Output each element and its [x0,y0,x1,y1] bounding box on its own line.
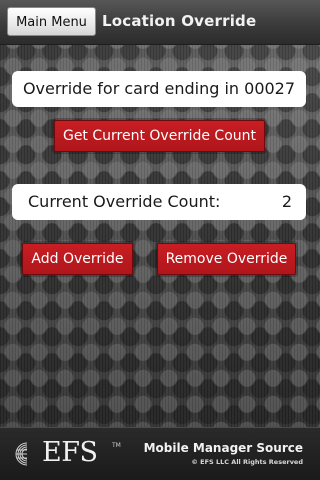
override-count-label: Current Override Count: [28,192,221,211]
card-info-text: Override for card ending in 00027 [22,79,296,98]
card-info-panel: Override for card ending in 00027 [12,71,306,107]
remove-override-button[interactable]: Remove Override [157,243,296,275]
add-override-button[interactable]: Add Override [22,243,133,275]
footer: EFS TM Mobile Manager Source © EFS LLC A… [0,427,320,480]
efs-logo-text: EFS [42,437,98,468]
trademark-mark: TM [112,442,121,449]
override-count-panel: Current Override Count: 2 [12,184,306,220]
override-count-value: 2 [281,192,292,211]
page-title: Location Override [102,12,257,30]
brand-title: Mobile Manager Source [143,441,303,455]
copyright-text: © EFS LLC All Rights Reserved [191,458,303,466]
main-menu-button[interactable]: Main Menu [7,7,96,36]
efs-globe-icon [15,442,28,466]
get-override-count-button[interactable]: Get Current Override Count [54,120,265,152]
top-bar: Main Menu Location Override [0,0,320,45]
